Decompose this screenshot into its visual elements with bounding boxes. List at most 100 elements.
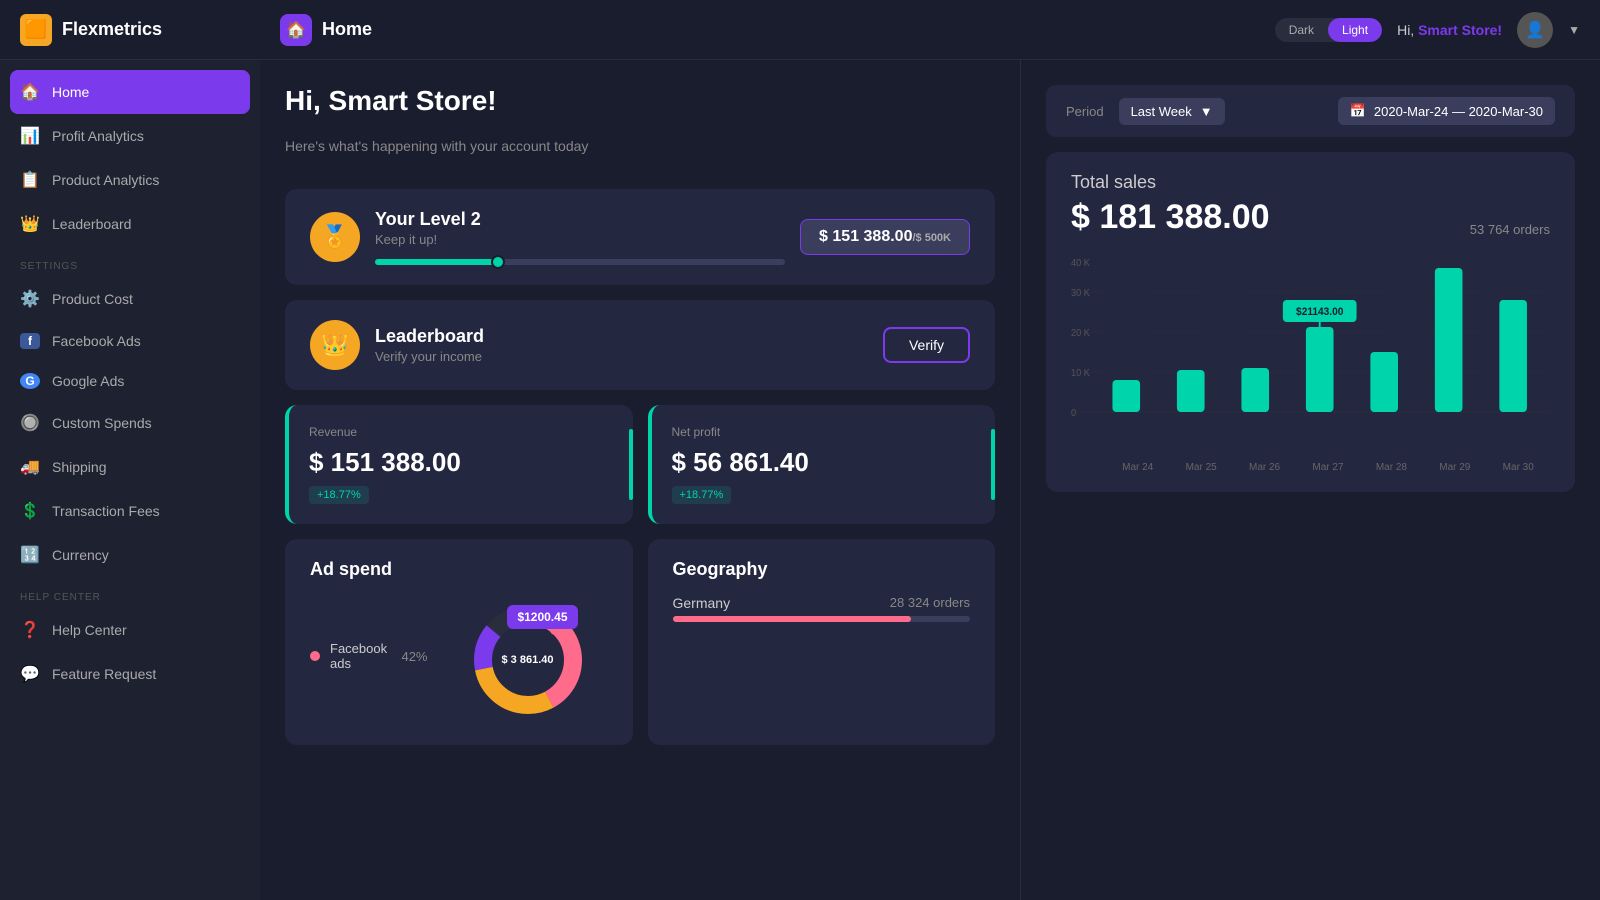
sidebar-item-help-center[interactable]: ❓ Help Center bbox=[0, 608, 260, 652]
sidebar-item-custom-spends[interactable]: 🔘 Custom Spends bbox=[0, 401, 260, 445]
germany-bar-bg bbox=[673, 616, 971, 622]
sidebar-item-product-cost-label: Product Cost bbox=[52, 291, 133, 307]
sidebar-item-transaction-fees[interactable]: 💲 Transaction Fees bbox=[0, 489, 260, 533]
sidebar-item-product-cost[interactable]: ⚙️ Product Cost bbox=[0, 277, 260, 321]
greeting-title: Hi, Smart Store! bbox=[285, 85, 995, 117]
bar-mar26 bbox=[1241, 368, 1269, 412]
sidebar-item-shipping[interactable]: 🚚 Shipping bbox=[0, 445, 260, 489]
leaderboard-info: Leaderboard Verify your income bbox=[375, 326, 868, 364]
sidebar-item-profit-label: Profit Analytics bbox=[52, 128, 144, 144]
transaction-icon: 💲 bbox=[20, 501, 40, 521]
help-icon: ❓ bbox=[20, 620, 40, 640]
geography-row-germany: Germany 28 324 orders bbox=[673, 595, 971, 622]
gear-icon: ⚙️ bbox=[20, 289, 40, 309]
revenue-label: Revenue bbox=[309, 425, 613, 439]
revenue-value: $ 151 388.00 bbox=[309, 447, 613, 478]
currency-icon: 🔢 bbox=[20, 545, 40, 565]
progress-fill bbox=[375, 259, 498, 265]
progress-bar-wrap bbox=[375, 259, 785, 265]
period-value: Last Week bbox=[1131, 104, 1192, 119]
level-card: 🏅 Your Level 2 Keep it up! $ 151 388.00/… bbox=[285, 189, 995, 285]
sidebar-item-product-analytics[interactable]: 📋 Product Analytics bbox=[0, 158, 260, 202]
calendar-icon: 📅 bbox=[1350, 103, 1366, 119]
verify-button[interactable]: Verify bbox=[883, 327, 970, 363]
net-profit-badge: +18.77% bbox=[672, 486, 732, 504]
sidebar-item-leaderboard[interactable]: 👑 Leaderboard bbox=[0, 202, 260, 246]
sidebar-item-currency-label: Currency bbox=[52, 547, 109, 563]
tooltip-mar27-text: $21143.00 bbox=[1296, 306, 1343, 318]
level-subtitle: Keep it up! bbox=[375, 232, 785, 247]
bar-mar29 bbox=[1435, 268, 1463, 412]
total-sales-card: Total sales $ 181 388.00 53 764 orders 0… bbox=[1046, 152, 1575, 492]
sidebar-item-shipping-label: Shipping bbox=[52, 459, 107, 475]
crown-icon: 👑 bbox=[20, 214, 40, 234]
header-title: Home bbox=[322, 19, 372, 40]
net-profit-card: Net profit $ 56 861.40 +18.77% bbox=[648, 405, 996, 524]
donut-tooltip: $1200.45 bbox=[507, 605, 577, 629]
leaderboard-card: 👑 Leaderboard Verify your income Verify bbox=[285, 300, 995, 390]
sidebar-item-feature-request[interactable]: 💬 Feature Request bbox=[0, 652, 260, 696]
svg-text:40 K: 40 K bbox=[1071, 258, 1091, 269]
home-page-icon: 🏠 bbox=[280, 14, 312, 46]
chart-label-mar29: Mar 29 bbox=[1423, 462, 1486, 473]
chart-label-mar25: Mar 25 bbox=[1169, 462, 1232, 473]
svg-text:20 K: 20 K bbox=[1071, 328, 1091, 339]
sidebar-item-currency[interactable]: 🔢 Currency bbox=[0, 533, 260, 577]
sidebar-item-help-label: Help Center bbox=[52, 622, 127, 638]
theme-dark-button[interactable]: Dark bbox=[1275, 18, 1328, 42]
top-header: 🟧 Flexmetrics 🏠 Home Dark Light Hi, Smar… bbox=[0, 0, 1600, 60]
chart-label-mar30: Mar 30 bbox=[1487, 462, 1550, 473]
total-sales-value: $ 181 388.00 bbox=[1071, 198, 1270, 237]
revenue-badge: +18.77% bbox=[309, 486, 369, 504]
date-range-box[interactable]: 📅 2020-Mar-24 — 2020-Mar-30 bbox=[1338, 97, 1555, 125]
bar-chart-area: 0 10 K 20 K 30 K 40 K $21143 bbox=[1071, 252, 1550, 472]
date-range-value: 2020-Mar-24 — 2020-Mar-30 bbox=[1374, 104, 1543, 119]
chart-label-mar26: Mar 26 bbox=[1233, 462, 1296, 473]
custom-spends-icon: 🔘 bbox=[20, 413, 40, 433]
header-center: 🏠 Home bbox=[280, 14, 1275, 46]
chart-label-mar27: Mar 27 bbox=[1296, 462, 1359, 473]
period-chevron-icon: ▼ bbox=[1200, 104, 1213, 119]
total-sales-title: Total sales bbox=[1071, 172, 1550, 193]
logo-text: Flexmetrics bbox=[62, 19, 162, 40]
germany-bar-fill bbox=[673, 616, 911, 622]
greeting-subtitle: Here's what's happening with your accoun… bbox=[285, 138, 995, 154]
svg-text:30 K: 30 K bbox=[1071, 288, 1091, 299]
bar-mar28 bbox=[1370, 352, 1398, 412]
geography-title: Geography bbox=[673, 559, 971, 580]
sidebar-item-profit-analytics[interactable]: 📊 Profit Analytics bbox=[0, 114, 260, 158]
left-content: Hi, Smart Store! Here's what's happening… bbox=[260, 60, 1020, 900]
theme-toggle[interactable]: Dark Light bbox=[1275, 18, 1382, 42]
level-info: Your Level 2 Keep it up! bbox=[375, 209, 785, 265]
germany-orders: 28 324 orders bbox=[890, 595, 970, 611]
ad-spend-card: Ad spend Facebook ads 42% $1200.45 bbox=[285, 539, 633, 745]
svg-text:0: 0 bbox=[1071, 408, 1076, 419]
chevron-down-icon[interactable]: ▼ bbox=[1568, 23, 1580, 37]
leaderboard-card-title: Leaderboard bbox=[375, 326, 868, 347]
theme-light-button[interactable]: Light bbox=[1328, 18, 1382, 42]
settings-section-label: SETTINGS bbox=[0, 246, 260, 277]
sidebar-item-home[interactable]: 🏠 Home bbox=[10, 70, 250, 114]
bottom-section: Ad spend Facebook ads 42% $1200.45 bbox=[285, 539, 995, 745]
user-greeting: Hi, Smart Store! bbox=[1397, 22, 1502, 38]
period-select[interactable]: Last Week ▼ bbox=[1119, 98, 1225, 125]
facebook-icon: f bbox=[20, 333, 40, 349]
facebook-ads-pct: 42% bbox=[401, 649, 427, 664]
feature-icon: 💬 bbox=[20, 664, 40, 684]
germany-name: Germany bbox=[673, 595, 890, 611]
bar-mar27 bbox=[1306, 327, 1334, 412]
stats-row: Revenue $ 151 388.00 +18.77% Net profit … bbox=[285, 405, 995, 524]
sidebar-item-transaction-label: Transaction Fees bbox=[52, 503, 160, 519]
sidebar-item-leaderboard-label: Leaderboard bbox=[52, 216, 131, 232]
progress-dot bbox=[491, 255, 505, 269]
user-name: Smart Store! bbox=[1418, 22, 1502, 38]
sidebar-item-facebook-ads[interactable]: f Facebook Ads bbox=[0, 321, 260, 361]
net-profit-value: $ 56 861.40 bbox=[672, 447, 976, 478]
home-icon: 🏠 bbox=[20, 82, 40, 102]
avatar[interactable]: 👤 bbox=[1517, 12, 1553, 48]
ad-spend-row-facebook: Facebook ads 42% bbox=[310, 641, 428, 671]
sidebar-item-google-ads[interactable]: G Google Ads bbox=[0, 361, 260, 401]
sidebar-item-custom-spends-label: Custom Spends bbox=[52, 415, 152, 431]
ad-spend-title: Ad spend bbox=[310, 559, 608, 580]
shipping-icon: 🚚 bbox=[20, 457, 40, 477]
